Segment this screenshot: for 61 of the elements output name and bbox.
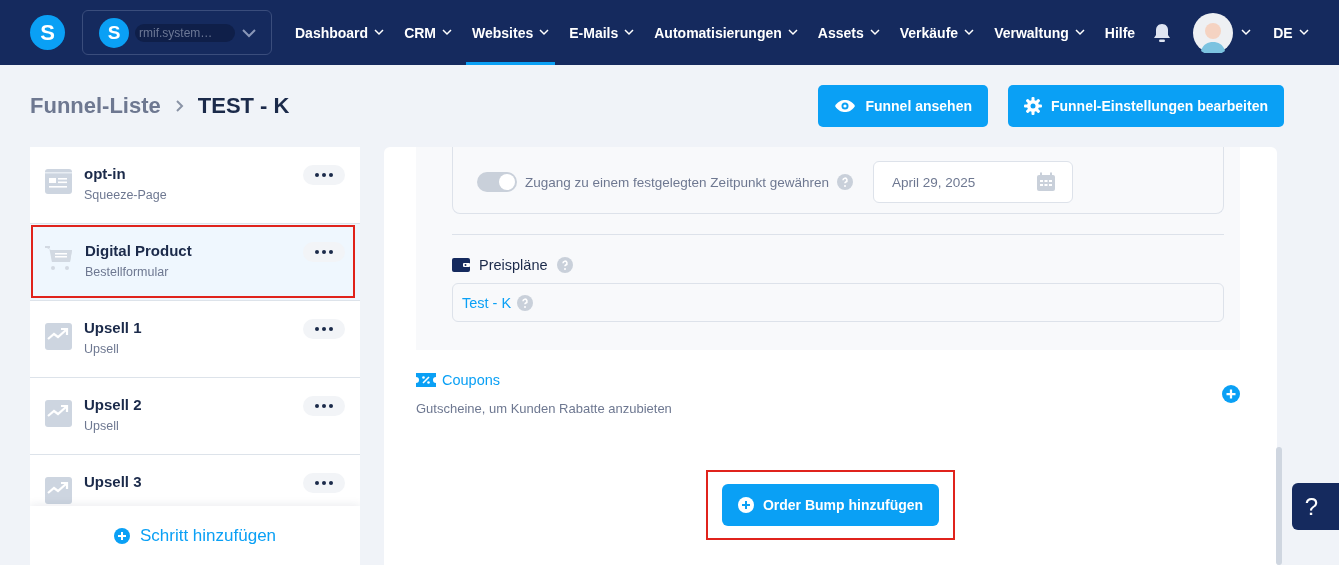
- nav-item[interactable]: E-Mails: [563, 0, 641, 65]
- funnel-step[interactable]: Upsell 2 Upsell: [30, 378, 360, 455]
- plus-icon: [737, 497, 754, 513]
- workspace-selector[interactable]: S rmif.system…: [82, 10, 272, 55]
- more-icon: [315, 250, 333, 254]
- nav-item[interactable]: Verkäufe: [893, 0, 981, 65]
- section-title: Preispläne: [479, 257, 548, 273]
- chart-icon: [45, 323, 72, 350]
- coupon-icon: [416, 373, 436, 387]
- step-title: Upsell 2: [84, 396, 143, 413]
- breadcrumb-link[interactable]: Funnel-Liste: [30, 93, 161, 119]
- nav-item[interactable]: Dashboard: [289, 0, 391, 65]
- access-label: Zugang zu einem festgelegten Zeitpunkt gewähren: [525, 174, 829, 190]
- more-icon: [315, 173, 333, 177]
- help-icon: [836, 174, 853, 190]
- bell-icon[interactable]: [1153, 22, 1172, 43]
- nav-item[interactable]: Hilfe: [1098, 0, 1142, 65]
- nav-item[interactable]: CRM: [398, 0, 458, 65]
- step-title: Upsell 1: [84, 319, 143, 336]
- date-value: April 29, 2025: [891, 174, 976, 190]
- more-icon: [315, 481, 333, 485]
- step-title: Upsell 3: [84, 473, 143, 490]
- step-type: Bestellformular: [85, 265, 170, 279]
- avatar[interactable]: [1193, 12, 1234, 53]
- more-button[interactable]: [303, 396, 345, 416]
- step-type: Upsell: [84, 342, 120, 356]
- help-button[interactable]: ?: [1292, 483, 1339, 530]
- add-icon[interactable]: [1222, 385, 1240, 403]
- settings-icon: [1023, 97, 1042, 115]
- chevron-right-icon: [174, 99, 184, 113]
- more-icon: [315, 327, 333, 331]
- more-button[interactable]: [303, 473, 345, 493]
- chevron-icon: [1298, 29, 1309, 36]
- cart-icon: [45, 246, 73, 271]
- help-icon: [556, 257, 573, 273]
- coupons-description: Gutscheine, um Kunden Rabatte anzubieten: [416, 401, 672, 416]
- nav-item[interactable]: Websites: [466, 0, 556, 65]
- eye-icon: [834, 99, 857, 113]
- form-icon: [45, 169, 72, 194]
- language-selector[interactable]: DE: [1267, 0, 1315, 65]
- funnel-step[interactable]: Upsell 1 Upsell: [30, 301, 360, 378]
- wallet-icon: [452, 258, 470, 272]
- step-title: Digital Product: [85, 242, 193, 259]
- chart-icon: [45, 400, 72, 427]
- chart-icon: [45, 477, 72, 504]
- step-type: Squeeze-Page: [84, 188, 168, 202]
- more-icon: [315, 404, 333, 408]
- more-button[interactable]: [303, 242, 345, 262]
- plus-icon: [113, 527, 130, 544]
- funnel-step[interactable]: Upsell 3: [30, 455, 360, 506]
- step-type: Upsell: [84, 419, 120, 433]
- nav-item[interactable]: Assets: [811, 0, 886, 65]
- funnel-step[interactable]: Digital Product Bestellformular: [30, 224, 360, 301]
- calendar-icon: [1035, 172, 1056, 192]
- nav-item[interactable]: Verwaltung: [988, 0, 1091, 65]
- page-title: TEST - K: [197, 93, 290, 119]
- more-button[interactable]: [303, 319, 345, 339]
- nav-item[interactable]: Automatisierungen: [648, 0, 804, 65]
- more-button[interactable]: [303, 165, 345, 185]
- help-icon: [517, 294, 534, 311]
- step-title: opt-in: [84, 165, 127, 182]
